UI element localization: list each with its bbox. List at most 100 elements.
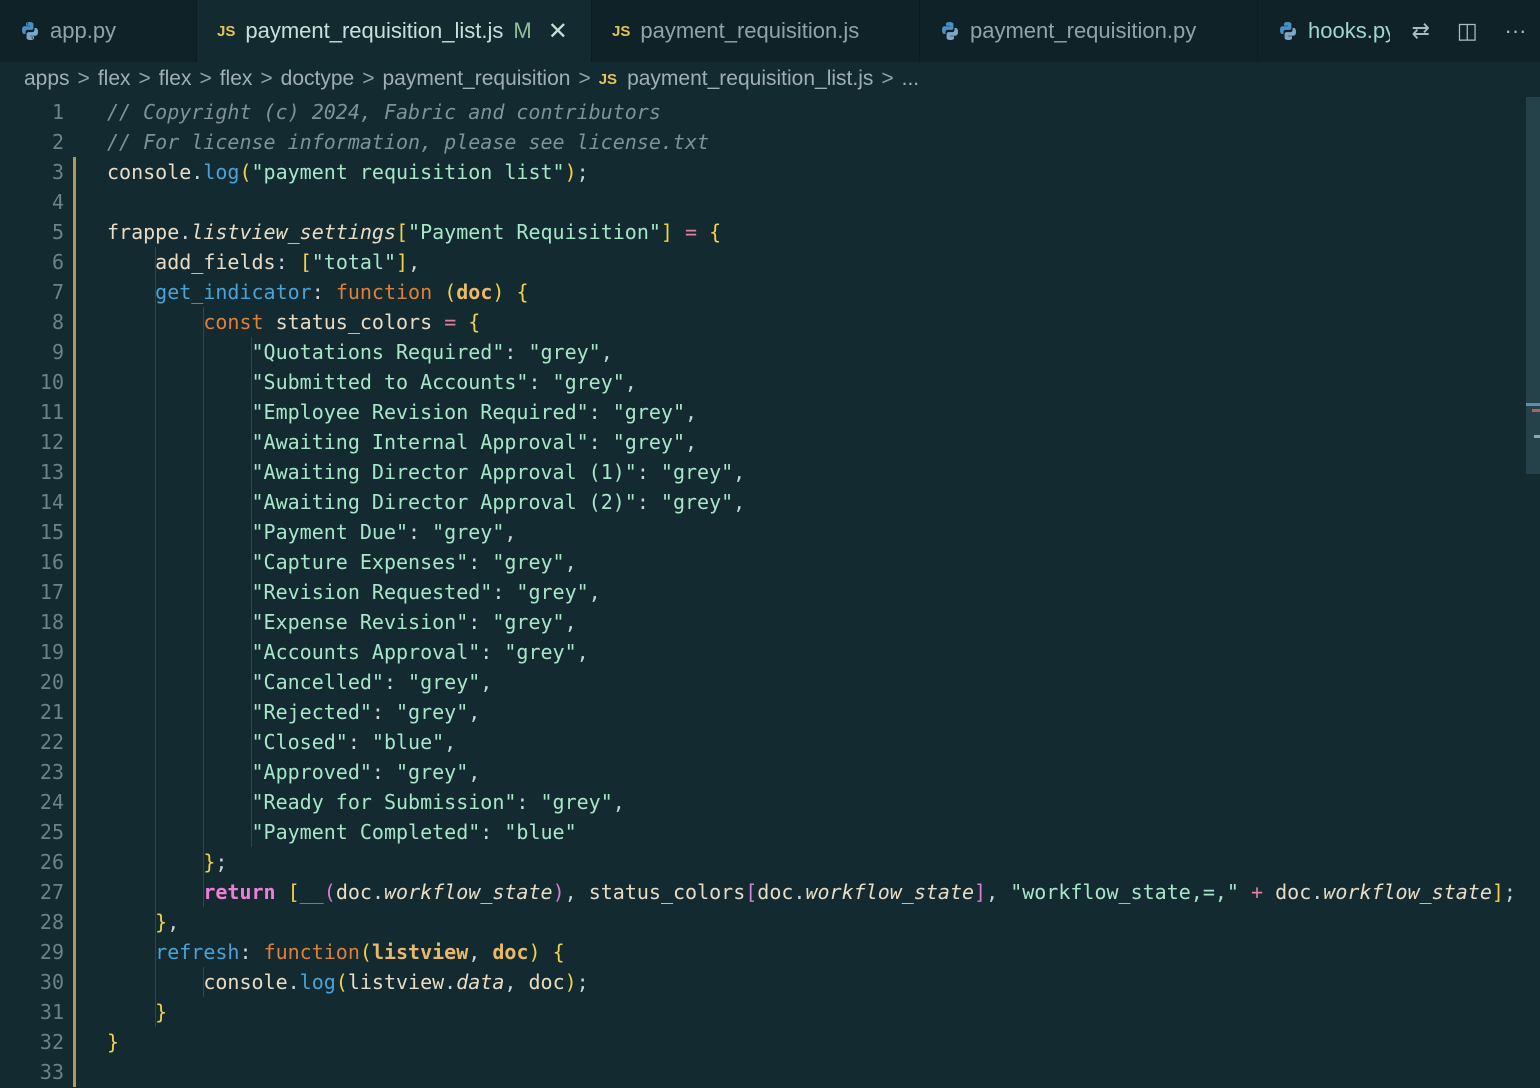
code-line[interactable]: 10 "Submitted to Accounts": "grey",: [0, 367, 1520, 397]
line-number: 20: [39, 670, 64, 694]
tab-bar: app.py JS payment_requisition_list.js M …: [0, 0, 1540, 62]
line-number: 15: [39, 520, 64, 544]
breadcrumb-item[interactable]: doctype: [281, 67, 355, 91]
code-line[interactable]: 21 "Rejected": "grey",: [0, 697, 1520, 727]
code-line[interactable]: 9 "Quotations Required": "grey",: [0, 337, 1520, 367]
code-line[interactable]: 27 return [__(doc.workflow_state), statu…: [0, 877, 1520, 907]
chevron-right-icon: >: [362, 67, 375, 90]
code-line[interactable]: 7 get_indicator: function (doc) {: [0, 277, 1520, 307]
code-line[interactable]: 6 add_fields: ["total"],: [0, 247, 1520, 277]
code-line[interactable]: 28 },: [0, 907, 1520, 937]
code-text: }: [107, 1030, 120, 1054]
code-line[interactable]: 17 "Revision Requested": "grey",: [0, 577, 1520, 607]
modified-gutter-marker: [73, 937, 76, 967]
line-number: 6: [51, 250, 64, 274]
code-line[interactable]: 8 const status_colors = {: [0, 307, 1520, 337]
code-line[interactable]: 12 "Awaiting Internal Approval": "grey",: [0, 427, 1520, 457]
tab-label: payment_requisition.js: [640, 18, 860, 43]
tab-app-py[interactable]: app.py: [0, 0, 197, 62]
breadcrumb-item[interactable]: payment_requisition_list.js: [627, 67, 873, 91]
code-line[interactable]: 2 // For license information, please see …: [0, 127, 1520, 157]
code-line[interactable]: 22 "Closed": "blue",: [0, 727, 1520, 757]
code-line[interactable]: 3 console.log("payment requisition list")…: [0, 157, 1520, 187]
line-number: 29: [39, 940, 64, 964]
chevron-right-icon: >: [77, 67, 90, 90]
breadcrumb: apps > flex > flex > flex > doctype > pa…: [24, 64, 919, 94]
modified-gutter-marker: [73, 157, 76, 187]
line-number: 5: [51, 220, 64, 244]
code-line[interactable]: 33: [0, 1057, 1520, 1087]
indent-guide: [203, 307, 204, 907]
code-line[interactable]: 1 // Copyright (c) 2024, Fabric and contr…: [0, 97, 1520, 127]
breadcrumb-item[interactable]: apps: [24, 67, 70, 91]
modified-gutter-marker: [73, 337, 76, 367]
line-number: 14: [39, 490, 64, 514]
chevron-right-icon: >: [260, 67, 273, 90]
modified-indicator: M: [513, 18, 532, 43]
modified-gutter-marker: [73, 1057, 76, 1087]
modified-gutter-marker: [73, 427, 76, 457]
code-line[interactable]: 23 "Approved": "grey",: [0, 757, 1520, 787]
breadcrumb-item[interactable]: flex: [98, 67, 131, 91]
code-line[interactable]: 31 }: [0, 997, 1520, 1027]
breadcrumb-item[interactable]: flex: [159, 67, 192, 91]
chevron-right-icon: >: [578, 67, 591, 90]
tab-payment-requisition-list-js[interactable]: JS payment_requisition_list.js M ✕: [197, 0, 592, 62]
modified-gutter-marker: [73, 817, 76, 847]
code-text: "Rejected": "grey",: [251, 700, 481, 724]
breadcrumb-item[interactable]: payment_requisition: [383, 67, 571, 91]
code-text: get_indicator: function (doc) {: [155, 280, 529, 304]
tab-hooks-py[interactable]: hooks.py: [1258, 0, 1398, 62]
modified-gutter-marker: [73, 607, 76, 637]
close-icon[interactable]: ✕: [548, 17, 568, 46]
code-line[interactable]: 30 console.log(listview.data, doc);: [0, 967, 1520, 997]
line-number: 1: [51, 100, 64, 124]
code-line[interactable]: 5 frappe.listview_settings["Payment Requi…: [0, 217, 1520, 247]
code-editor[interactable]: 1 // Copyright (c) 2024, Fabric and contr…: [0, 97, 1540, 1088]
code-line[interactable]: 26 };: [0, 847, 1520, 877]
indent-guide: [155, 247, 156, 1027]
code-text: "Awaiting Internal Approval": "grey",: [251, 430, 698, 454]
code-text: },: [155, 910, 180, 934]
breadcrumb-item[interactable]: ...: [902, 67, 920, 91]
line-number: 11: [39, 400, 64, 424]
modified-gutter-marker: [73, 727, 76, 757]
line-number: 28: [39, 910, 64, 934]
scrollbar[interactable]: [1526, 97, 1540, 474]
code-line[interactable]: 15 "Payment Due": "grey",: [0, 517, 1520, 547]
split-editor-icon[interactable]: ◫: [1457, 18, 1478, 44]
breadcrumb-item[interactable]: flex: [220, 67, 253, 91]
code-line[interactable]: 13 "Awaiting Director Approval (1)": "gr…: [0, 457, 1520, 487]
compare-changes-icon[interactable]: ⇄: [1411, 18, 1429, 44]
chevron-right-icon: >: [138, 67, 151, 90]
tab-label: payment_requisition.py: [970, 18, 1197, 43]
line-number: 32: [39, 1030, 64, 1054]
js-icon: JS: [612, 22, 631, 40]
code-text: // For license information, please see l…: [107, 130, 710, 154]
tab-payment-requisition-py[interactable]: payment_requisition.py: [920, 0, 1258, 62]
code-text: "Payment Completed": "blue": [251, 820, 577, 844]
code-line[interactable]: 16 "Capture Expenses": "grey",: [0, 547, 1520, 577]
chevron-right-icon: >: [881, 67, 894, 90]
code-line[interactable]: 20 "Cancelled": "grey",: [0, 667, 1520, 697]
modified-gutter-marker: [73, 517, 76, 547]
modified-gutter-marker: [73, 847, 76, 877]
line-number: 21: [39, 700, 64, 724]
modified-gutter-marker: [73, 397, 76, 427]
code-line[interactable]: 18 "Expense Revision": "grey",: [0, 607, 1520, 637]
line-number: 13: [39, 460, 64, 484]
more-actions-icon[interactable]: ···: [1505, 18, 1527, 44]
code-line[interactable]: 11 "Employee Revision Required": "grey",: [0, 397, 1520, 427]
code-line[interactable]: 29 refresh: function(listview, doc) {: [0, 937, 1520, 967]
indent-guide: [251, 337, 252, 847]
line-number: 2: [51, 130, 64, 154]
code-line[interactable]: 32}: [0, 1027, 1520, 1057]
tab-payment-requisition-js[interactable]: JS payment_requisition.js: [592, 0, 920, 62]
code-text: "Quotations Required": "grey",: [251, 340, 613, 364]
code-line[interactable]: 14 "Awaiting Director Approval (2)": "gr…: [0, 487, 1520, 517]
code-line[interactable]: 19 "Accounts Approval": "grey",: [0, 637, 1520, 667]
scroll-marker: [1534, 435, 1540, 438]
code-line[interactable]: 4: [0, 187, 1520, 217]
code-line[interactable]: 25 "Payment Completed": "blue": [0, 817, 1520, 847]
code-line[interactable]: 24 "Ready for Submission": "grey",: [0, 787, 1520, 817]
